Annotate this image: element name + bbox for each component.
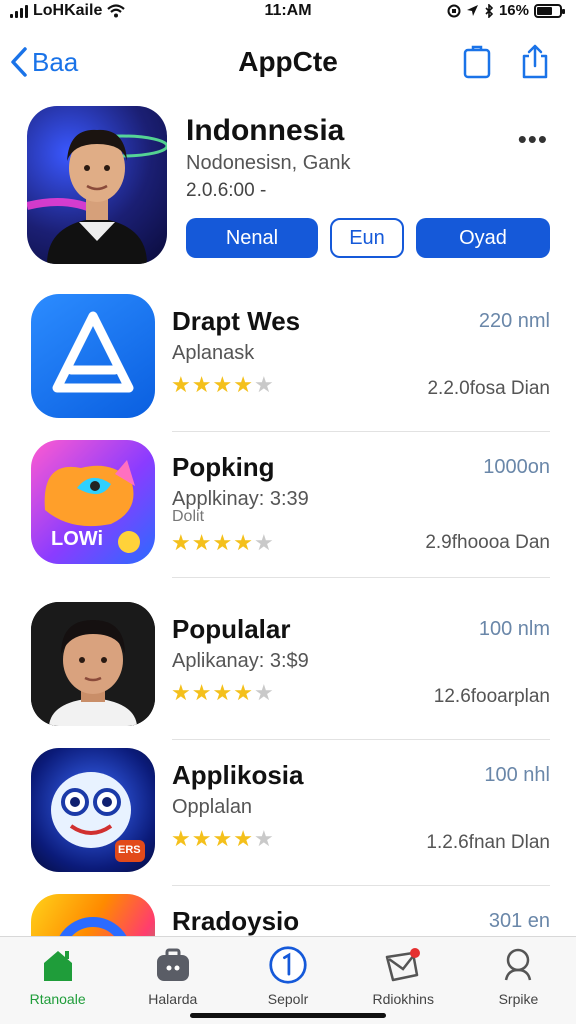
app-downloads: 2.9fhoooa Dan: [425, 532, 550, 553]
app-size: 301 en: [488, 910, 550, 932]
featured-button-tertiary[interactable]: Oyad: [416, 218, 550, 258]
featured-app[interactable]: Indonnesia Nodonesisn, Gank 2.0.6:00 - •…: [0, 102, 576, 272]
status-bar: LoHKaile 11:AM 16%: [0, 0, 576, 26]
list-item[interactable]: Drapt Wes Aplanask ★ ★ ★ ★ ★ 220 nml 2.2.0fo…: [0, 286, 576, 432]
more-options-button[interactable]: •••: [518, 124, 548, 155]
star-rating: ★ ★ ★ ★ ★: [171, 530, 274, 555]
applikosia-badge: ERS: [118, 844, 141, 856]
app-category: Opplalan: [172, 796, 253, 818]
notifications-icon: [383, 945, 423, 985]
list-item[interactable]: Populalar Aplikanay: 3:$9 ★ ★ ★ ★ ★ 100 nlm …: [0, 594, 576, 740]
star-rating: ★ ★ ★ ★ ★: [171, 680, 274, 705]
tab-home[interactable]: Rtanoale: [0, 937, 115, 1024]
featured-meta: 2.0.6:00 -: [186, 180, 267, 201]
app-name: Popking: [172, 452, 275, 482]
star-rating: ★ ★ ★ ★ ★: [171, 826, 274, 851]
status-right: 16%: [447, 2, 565, 19]
tab-label: Sepolr: [267, 991, 309, 1007]
star-rating: ★ ★ ★ ★ ★: [171, 372, 274, 397]
list-item[interactable]: ERS Applikosia Opplalan ★ ★ ★ ★ ★ 100 nhl 1.…: [0, 740, 576, 886]
battery-percent: 16%: [498, 2, 529, 19]
share-icon[interactable]: [520, 44, 550, 80]
list-item[interactable]: Rradoysio 301 en: [0, 886, 576, 936]
tab-updates[interactable]: Sepolr: [230, 937, 345, 1024]
app-name: Populalar: [172, 614, 291, 644]
tab-notifications[interactable]: Rdiokhins: [346, 937, 461, 1024]
search-icon: [498, 945, 538, 985]
home-icon: [38, 945, 78, 985]
home-indicator: [190, 1013, 386, 1018]
tab-label: Srpike: [498, 991, 539, 1007]
app-icon-popking: LOWi: [31, 440, 155, 564]
featured-title: Indonnesia: [186, 114, 345, 147]
app-downloads: 1.2.6fnan Dlan: [426, 832, 550, 853]
navigation-bar: Baa AppCte: [0, 26, 576, 102]
location-icon: [466, 5, 478, 16]
app-name: Rradoysio: [172, 906, 300, 936]
app-downloads: 12.6fooarplan: [433, 686, 550, 707]
tab-label: Rtanoale: [29, 991, 86, 1007]
tab-bar: Rtanoale Halarda Sepolr Rdiokhins Srpike: [0, 936, 576, 1024]
app-size: 100 nlm: [478, 618, 550, 640]
app-icon-applikosia: ERS: [31, 748, 155, 872]
app-size: 100 nhl: [484, 764, 550, 786]
app-category: Aplanask: [172, 342, 255, 364]
app-category-secondary: Dolit: [172, 508, 205, 525]
app-name: Applikosia: [172, 760, 304, 790]
app-downloads: 2.2.0fosa Dian: [427, 378, 550, 399]
app-size: 1000on: [483, 456, 550, 478]
app-category: Aplikanay: 3:$9: [172, 650, 309, 672]
list-item[interactable]: LOWi Popking Applkinay: 3:39 Dolit ★ ★ ★ ★ ★…: [0, 432, 576, 578]
app-size: 220 nml: [478, 310, 550, 332]
update-icon: [268, 945, 308, 985]
lock-rotation-icon: [447, 4, 461, 17]
popking-badge: LOWi: [51, 528, 104, 550]
featured-button-secondary[interactable]: Eun: [330, 218, 404, 258]
app-icon-drapt: [31, 294, 155, 418]
battery-icon: [534, 3, 565, 18]
tab-label: Halarda: [148, 991, 198, 1007]
featured-thumbnail: [27, 106, 167, 264]
app-icon-populalar: [31, 602, 155, 726]
app-icon-rradoysio: [31, 894, 155, 936]
tab-games[interactable]: Halarda: [115, 937, 230, 1024]
divider: [172, 577, 550, 578]
featured-subtitle: Nodonesisn, Gank: [186, 152, 351, 174]
clipboard-icon[interactable]: [462, 44, 492, 80]
app-name: Drapt Wes: [172, 306, 301, 336]
tab-label: Rdiokhins: [372, 991, 434, 1007]
bluetooth-icon: [485, 3, 494, 18]
tab-search[interactable]: Srpike: [461, 937, 576, 1024]
gamepad-icon: [153, 945, 193, 985]
featured-button-primary[interactable]: Nenal: [186, 218, 318, 258]
